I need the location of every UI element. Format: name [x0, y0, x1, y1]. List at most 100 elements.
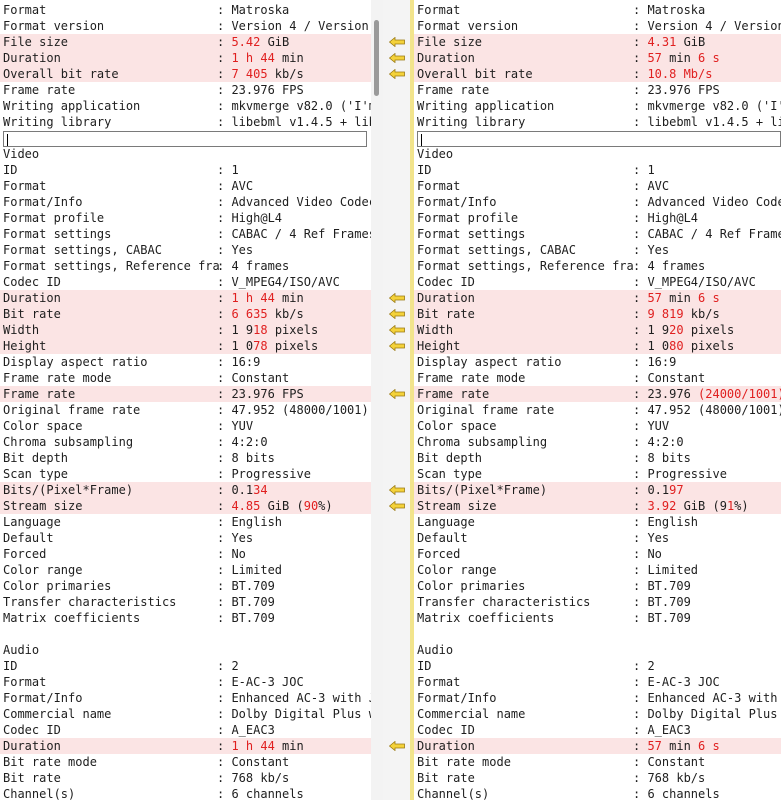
diff-row[interactable]: Stream size: 3.92 GiB (91%) — [414, 498, 781, 514]
info-row[interactable]: Bit depth: 8 bits — [414, 450, 781, 466]
diff-row[interactable]: Duration: 1 h 44 min — [0, 290, 371, 306]
info-row[interactable]: Display aspect ratio: 16:9 — [414, 354, 781, 370]
diff-row[interactable]: Duration: 57 min 6 s — [414, 50, 781, 66]
info-row[interactable]: Bit rate: 768 kb/s — [0, 770, 371, 786]
arrow-left-icon[interactable] — [389, 53, 405, 63]
info-row[interactable]: Channel(s): 6 channels — [414, 786, 781, 800]
diff-row[interactable]: Bit rate: 9 819 kb/s — [414, 306, 781, 322]
info-row[interactable]: Format profile: High@L4 — [414, 210, 781, 226]
info-row[interactable]: Frame rate mode: Constant — [0, 370, 371, 386]
left-compare-pane[interactable]: Format: Matroska Format version: Version … — [0, 0, 371, 800]
info-row[interactable]: Format: Matroska — [414, 2, 781, 18]
info-row[interactable]: Format profile: High@L4 — [0, 210, 371, 226]
info-row[interactable]: Writing library: libebml v1.4.5 + lib — [0, 114, 371, 130]
diff-row[interactable]: Frame rate: 23.976 FPS — [0, 386, 371, 402]
info-row[interactable]: Codec ID: A_EAC3 — [414, 722, 781, 738]
info-row[interactable]: Format: E-AC-3 JOC — [0, 674, 371, 690]
info-row[interactable]: Color space: YUV — [414, 418, 781, 434]
info-row[interactable]: Bit rate: 768 kb/s — [414, 770, 781, 786]
info-row[interactable]: Format version: Version 4 / Version — [0, 18, 371, 34]
arrow-left-icon[interactable] — [389, 389, 405, 399]
diff-row[interactable]: Width: 1 920 pixels — [414, 322, 781, 338]
info-row[interactable]: Language: English — [0, 514, 371, 530]
info-row[interactable]: Format: AVC — [414, 178, 781, 194]
diff-row[interactable]: Overall bit rate: 10.8 Mb/s — [414, 66, 781, 82]
diff-row[interactable]: Duration: 57 min 6 s — [414, 290, 781, 306]
diff-row[interactable]: Overall bit rate: 7 405 kb/s — [0, 66, 371, 82]
info-row[interactable]: Forced: No — [0, 546, 371, 562]
section-header-row[interactable]: Video — [414, 146, 781, 162]
arrow-left-icon[interactable] — [389, 69, 405, 79]
empty-input-field[interactable] — [417, 131, 781, 147]
diff-row[interactable]: Duration: 1 h 44 min — [0, 50, 371, 66]
left-scrollbar[interactable] — [371, 0, 383, 800]
info-row[interactable]: Matrix coefficients: BT.709 — [414, 610, 781, 626]
info-row[interactable]: Format: Matroska — [0, 2, 371, 18]
section-header-row[interactable]: Audio — [0, 642, 371, 658]
diff-row[interactable]: Duration: 57 min 6 s — [414, 738, 781, 754]
arrow-left-icon[interactable] — [389, 741, 405, 751]
info-row[interactable]: Format settings, Reference fra: 4 frames — [414, 258, 781, 274]
info-row[interactable]: Chroma subsampling: 4:2:0 — [0, 434, 371, 450]
info-row[interactable]: Format settings, CABAC: Yes — [414, 242, 781, 258]
section-header-row[interactable]: Audio — [414, 642, 781, 658]
diff-row[interactable]: Duration: 1 h 44 min — [0, 738, 371, 754]
info-row[interactable]: Format/Info: Enhanced AC-3 with J — [0, 690, 371, 706]
info-row[interactable]: ID: 2 — [0, 658, 371, 674]
empty-input-field[interactable] — [3, 131, 367, 147]
info-row[interactable]: Format: AVC — [0, 178, 371, 194]
info-row[interactable]: Bit rate mode: Constant — [0, 754, 371, 770]
info-row[interactable]: Writing application: mkvmerge v82.0 ('I'… — [0, 98, 371, 114]
info-row[interactable]: Color range: Limited — [414, 562, 781, 578]
scrollbar-thumb[interactable] — [374, 20, 379, 96]
info-row[interactable]: Scan type: Progressive — [414, 466, 781, 482]
info-row[interactable]: Transfer characteristics: BT.709 — [414, 594, 781, 610]
info-row[interactable]: Writing application: mkvmerge v82.0 ('I'… — [414, 98, 781, 114]
info-row[interactable]: Format settings, CABAC: Yes — [0, 242, 371, 258]
info-row[interactable]: Chroma subsampling: 4:2:0 — [414, 434, 781, 450]
arrow-left-icon[interactable] — [389, 37, 405, 47]
info-row[interactable]: Language: English — [414, 514, 781, 530]
diff-row[interactable]: Bits/(Pixel*Frame): 0.134 — [0, 482, 371, 498]
arrow-left-icon[interactable] — [389, 341, 405, 351]
info-row[interactable]: Writing library: libebml v1.4.5 + lib — [414, 114, 781, 130]
info-row[interactable]: Display aspect ratio: 16:9 — [0, 354, 371, 370]
info-row[interactable]: Commercial name: Dolby Digital Plus w — [0, 706, 371, 722]
diff-row[interactable]: File size: 5.42 GiB — [0, 34, 371, 50]
info-row[interactable]: Format/Info: Advanced Video Codec — [414, 194, 781, 210]
info-row[interactable]: Format settings, Reference fra: 4 frames — [0, 258, 371, 274]
info-row[interactable]: Default: Yes — [0, 530, 371, 546]
arrow-left-icon[interactable] — [389, 485, 405, 495]
diff-row[interactable]: File size: 4.31 GiB — [414, 34, 781, 50]
info-row[interactable]: Frame rate mode: Constant — [414, 370, 781, 386]
info-row[interactable]: Original frame rate: 47.952 (48000/1001) — [0, 402, 371, 418]
info-row[interactable]: Color primaries: BT.709 — [0, 578, 371, 594]
diff-row[interactable]: Height: 1 080 pixels — [414, 338, 781, 354]
info-row[interactable]: Codec ID: V_MPEG4/ISO/AVC — [0, 274, 371, 290]
info-row[interactable]: Forced: No — [414, 546, 781, 562]
diff-row[interactable]: Frame rate: 23.976 (24000/1001) — [414, 386, 781, 402]
diff-row[interactable]: Bits/(Pixel*Frame): 0.197 — [414, 482, 781, 498]
info-row[interactable]: Codec ID: V_MPEG4/ISO/AVC — [414, 274, 781, 290]
info-row[interactable]: Default: Yes — [414, 530, 781, 546]
arrow-left-icon[interactable] — [389, 501, 405, 511]
info-row[interactable]: Format settings: CABAC / 4 Ref Frames — [0, 226, 371, 242]
info-row[interactable]: Format: E-AC-3 JOC — [414, 674, 781, 690]
info-row[interactable]: ID: 1 — [414, 162, 781, 178]
section-header-row[interactable]: Video — [0, 146, 371, 162]
info-row[interactable]: Scan type: Progressive — [0, 466, 371, 482]
right-compare-pane[interactable]: Format: Matroska Format version: Version … — [414, 0, 781, 800]
arrow-left-icon[interactable] — [389, 325, 405, 335]
info-row[interactable]: Color range: Limited — [0, 562, 371, 578]
info-row[interactable]: Commercial name: Dolby Digital Plus w — [414, 706, 781, 722]
arrow-left-icon[interactable] — [389, 309, 405, 319]
info-row[interactable]: Channel(s): 6 channels — [0, 786, 371, 800]
diff-row[interactable]: Width: 1 918 pixels — [0, 322, 371, 338]
info-row[interactable]: Format version: Version 4 / Version — [414, 18, 781, 34]
info-row[interactable]: Frame rate: 23.976 FPS — [0, 82, 371, 98]
info-row[interactable]: Bit rate mode: Constant — [414, 754, 781, 770]
diff-row[interactable]: Stream size: 4.85 GiB (90%) — [0, 498, 371, 514]
info-row[interactable]: Matrix coefficients: BT.709 — [0, 610, 371, 626]
info-row[interactable]: Format settings: CABAC / 4 Ref Frames — [414, 226, 781, 242]
info-row[interactable]: Format/Info: Advanced Video Codec — [0, 194, 371, 210]
